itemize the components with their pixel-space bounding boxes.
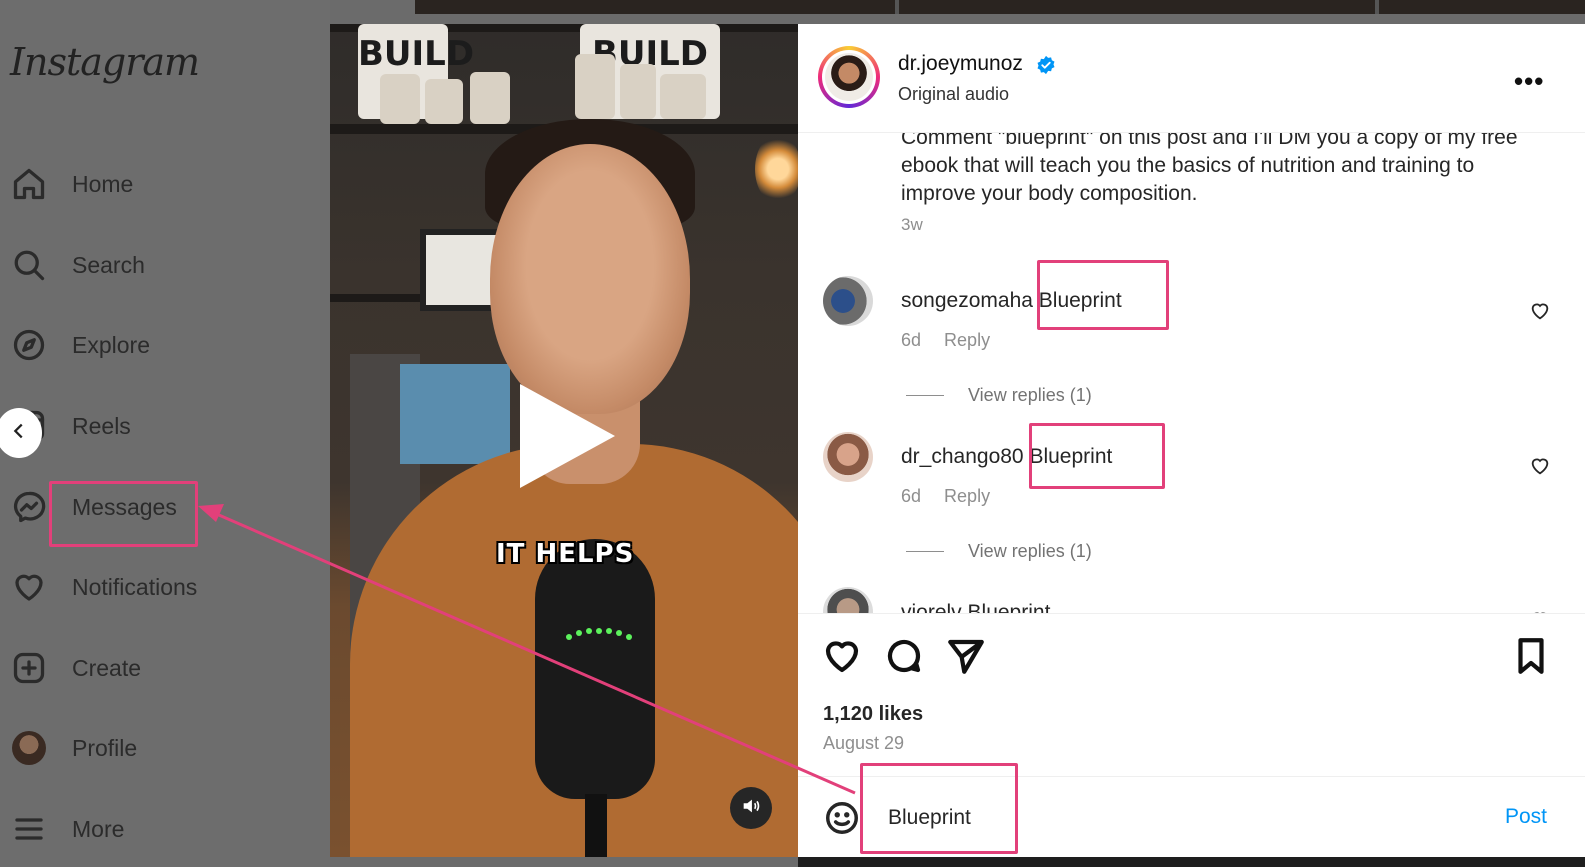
comment-age: 6d xyxy=(901,486,922,506)
comment-username[interactable]: viorelv xyxy=(901,601,962,613)
heart-icon xyxy=(10,568,48,606)
comment-bubble-icon[interactable] xyxy=(883,635,925,677)
comment: viorelv Blueprint xyxy=(901,601,1050,613)
post-comment-button[interactable]: Post xyxy=(1505,805,1547,829)
video-caption: IT HELPS xyxy=(496,539,635,569)
sidebar: Instagram Home Search Explore Reels Mess… xyxy=(0,0,330,867)
post-panel: dr.joeymunoz Original audio ••• Comment … xyxy=(798,24,1585,857)
view-replies-button[interactable]: View replies (1) xyxy=(906,541,1092,562)
sidebar-item-label: Search xyxy=(72,251,145,278)
like-heart-icon[interactable] xyxy=(821,635,863,677)
post-caption: Comment "blueprint" on this post and I'l… xyxy=(901,133,1518,205)
sidebar-item-label: Reels xyxy=(72,412,131,439)
commenter-avatar[interactable] xyxy=(823,587,873,613)
likes-count[interactable]: 1,120 likes xyxy=(823,703,923,726)
lamp xyxy=(755,134,798,204)
plus-square-icon xyxy=(10,649,48,687)
instagram-logo[interactable]: Instagram xyxy=(10,40,200,84)
messenger-icon xyxy=(10,488,48,526)
sidebar-item-profile[interactable]: Profile xyxy=(10,728,310,768)
sidebar-item-label: Create xyxy=(72,654,142,681)
more-horizontal-icon[interactable]: ••• xyxy=(1514,66,1544,97)
comment-age: 6d xyxy=(901,330,922,350)
previous-post-button[interactable] xyxy=(0,408,42,458)
background-monitor xyxy=(400,364,510,464)
view-replies-button[interactable]: View replies (1) xyxy=(906,385,1092,406)
share-send-icon[interactable] xyxy=(945,635,987,677)
annotation-highlight-comment-input xyxy=(860,763,1018,854)
sidebar-item-notifications[interactable]: Notifications xyxy=(10,567,310,607)
sidebar-item-label: Home xyxy=(72,170,134,197)
person-face xyxy=(490,144,690,414)
like-comment-heart-icon[interactable] xyxy=(1529,455,1551,477)
search-icon xyxy=(10,246,48,284)
reply-button[interactable]: Reply xyxy=(944,330,990,350)
comment-username[interactable]: dr_chango80 xyxy=(901,445,1024,468)
post-header: dr.joeymunoz Original audio ••• xyxy=(798,24,1585,133)
background-strip xyxy=(415,0,1585,14)
actions-divider xyxy=(798,613,1585,614)
emoji-icon[interactable] xyxy=(823,799,861,837)
comment-text: Blueprint xyxy=(967,601,1051,613)
comment-meta: 6d Reply xyxy=(901,486,990,507)
background-bottom xyxy=(798,857,1585,867)
home-icon xyxy=(10,165,48,203)
sidebar-item-search[interactable]: Search xyxy=(10,245,310,285)
sidebar-item-explore[interactable]: Explore xyxy=(10,325,310,365)
annotation-highlight-comment-2 xyxy=(1029,423,1165,489)
verified-badge-icon xyxy=(1036,55,1056,75)
hamburger-icon xyxy=(10,810,48,848)
audio-toggle-button[interactable] xyxy=(730,787,772,829)
commenter-avatar[interactable] xyxy=(823,276,873,326)
post-age: 3w xyxy=(901,215,923,234)
like-comment-heart-icon[interactable] xyxy=(1529,300,1551,322)
view-replies-label: View replies (1) xyxy=(968,385,1092,405)
bookmark-icon[interactable] xyxy=(1510,635,1552,677)
sidebar-item-reels[interactable]: Reels xyxy=(10,406,310,446)
author-avatar[interactable] xyxy=(818,46,880,108)
annotation-highlight-comment-1 xyxy=(1037,260,1169,330)
sidebar-item-create[interactable]: Create xyxy=(10,648,310,688)
sidebar-item-label: Explore xyxy=(72,331,150,358)
background-gap xyxy=(330,0,415,24)
chevron-left-icon xyxy=(8,420,30,447)
reel-video[interactable]: BUILD BUILD IT HELPS xyxy=(330,24,798,857)
reply-button[interactable]: Reply xyxy=(944,486,990,506)
commenter-avatar[interactable] xyxy=(823,432,873,482)
sidebar-item-more[interactable]: More xyxy=(10,809,310,849)
sidebar-item-label: More xyxy=(72,815,125,842)
original-audio-link[interactable]: Original audio xyxy=(898,84,1009,105)
author-username[interactable]: dr.joeymunoz xyxy=(898,52,1023,76)
comment-meta: 6d Reply xyxy=(901,330,990,351)
sidebar-item-home[interactable]: Home xyxy=(10,164,310,204)
speaker-icon xyxy=(740,795,762,822)
play-button[interactable] xyxy=(520,384,615,488)
sidebar-item-label: Profile xyxy=(72,734,138,761)
comments-list[interactable]: Comment "blueprint" on this post and I'l… xyxy=(798,133,1585,613)
comment-username[interactable]: songezomaha xyxy=(901,289,1033,312)
annotation-highlight-messages xyxy=(49,481,198,547)
microphone xyxy=(535,539,655,799)
view-replies-label: View replies (1) xyxy=(968,541,1092,561)
compass-icon xyxy=(10,326,48,364)
avatar xyxy=(10,729,48,767)
sidebar-item-label: Notifications xyxy=(72,573,198,600)
post-date: August 29 xyxy=(823,733,905,753)
